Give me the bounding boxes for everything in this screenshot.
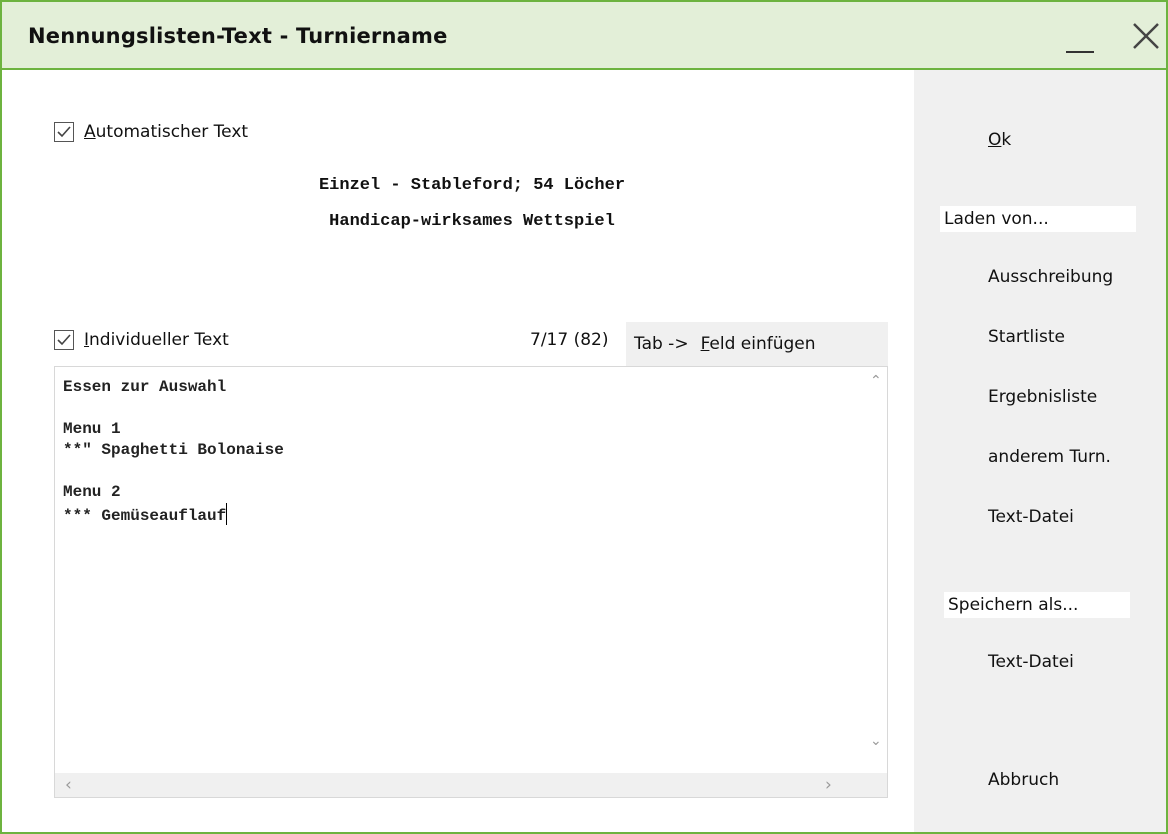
editor-content[interactable]: Essen zur Auswahl Menu 1 **" Spaghetti B… bbox=[63, 377, 284, 527]
ok-button[interactable]: Ok bbox=[988, 130, 1011, 150]
load-other-tournament-button[interactable]: anderem Turn. bbox=[988, 447, 1111, 467]
insert-field-tab-prefix: Tab -> bbox=[634, 334, 689, 354]
individual-text-check-box[interactable] bbox=[54, 330, 74, 350]
minimize-icon bbox=[1066, 51, 1094, 53]
load-from-heading: Laden von... bbox=[940, 206, 1136, 232]
load-text-file-button[interactable]: Text-Datei bbox=[988, 507, 1074, 527]
dialog-window: Nennungslisten-Text - Turniername Automa… bbox=[0, 0, 1168, 834]
insert-field-label: Feld einfügen bbox=[700, 334, 816, 354]
auto-text-check-box[interactable] bbox=[54, 122, 74, 142]
window-title: Nennungslisten-Text - Turniername bbox=[28, 24, 448, 48]
save-as-heading: Speichern als... bbox=[944, 592, 1130, 618]
minimize-button[interactable] bbox=[1064, 22, 1098, 58]
character-counter: 7/17 (82) bbox=[530, 330, 609, 350]
title-bar: Nennungslisten-Text - Turniername bbox=[2, 2, 1166, 70]
save-text-file-button[interactable]: Text-Datei bbox=[988, 652, 1074, 672]
scroll-right-icon[interactable]: › bbox=[825, 775, 832, 795]
vertical-scrollbar[interactable]: ⌃ ⌄ bbox=[865, 367, 887, 773]
individual-text-editor[interactable]: Essen zur Auswahl Menu 1 **" Spaghetti B… bbox=[54, 366, 888, 798]
individual-text-label: Individueller Text bbox=[84, 330, 229, 350]
load-ergebnisliste-button[interactable]: Ergebnisliste bbox=[988, 387, 1097, 407]
auto-text-line-2: Handicap-wirksames Wettspiel bbox=[329, 212, 615, 231]
scroll-left-icon[interactable]: ‹ bbox=[65, 775, 72, 795]
insert-field-button[interactable]: Tab -> Feld einfügen bbox=[626, 322, 888, 366]
cancel-button[interactable]: Abbruch bbox=[988, 770, 1059, 790]
checkmark-icon bbox=[57, 334, 71, 346]
close-icon bbox=[1133, 23, 1159, 49]
auto-text-line-1: Einzel - Stableford; 54 Löcher bbox=[318, 176, 626, 195]
close-button[interactable] bbox=[1128, 18, 1164, 58]
scroll-up-icon[interactable]: ⌃ bbox=[870, 373, 882, 389]
checkmark-icon bbox=[57, 126, 71, 138]
auto-text-label: Automatischer Text bbox=[84, 122, 249, 142]
horizontal-scrollbar[interactable]: ‹ › bbox=[55, 773, 887, 797]
load-ausschreibung-button[interactable]: Ausschreibung bbox=[988, 267, 1113, 287]
load-startliste-button[interactable]: Startliste bbox=[988, 327, 1065, 347]
scroll-down-icon[interactable]: ⌄ bbox=[870, 733, 882, 749]
text-caret bbox=[226, 503, 228, 525]
individual-text-checkbox[interactable]: Individueller Text bbox=[54, 330, 229, 350]
auto-text-checkbox[interactable]: Automatischer Text bbox=[54, 122, 248, 142]
